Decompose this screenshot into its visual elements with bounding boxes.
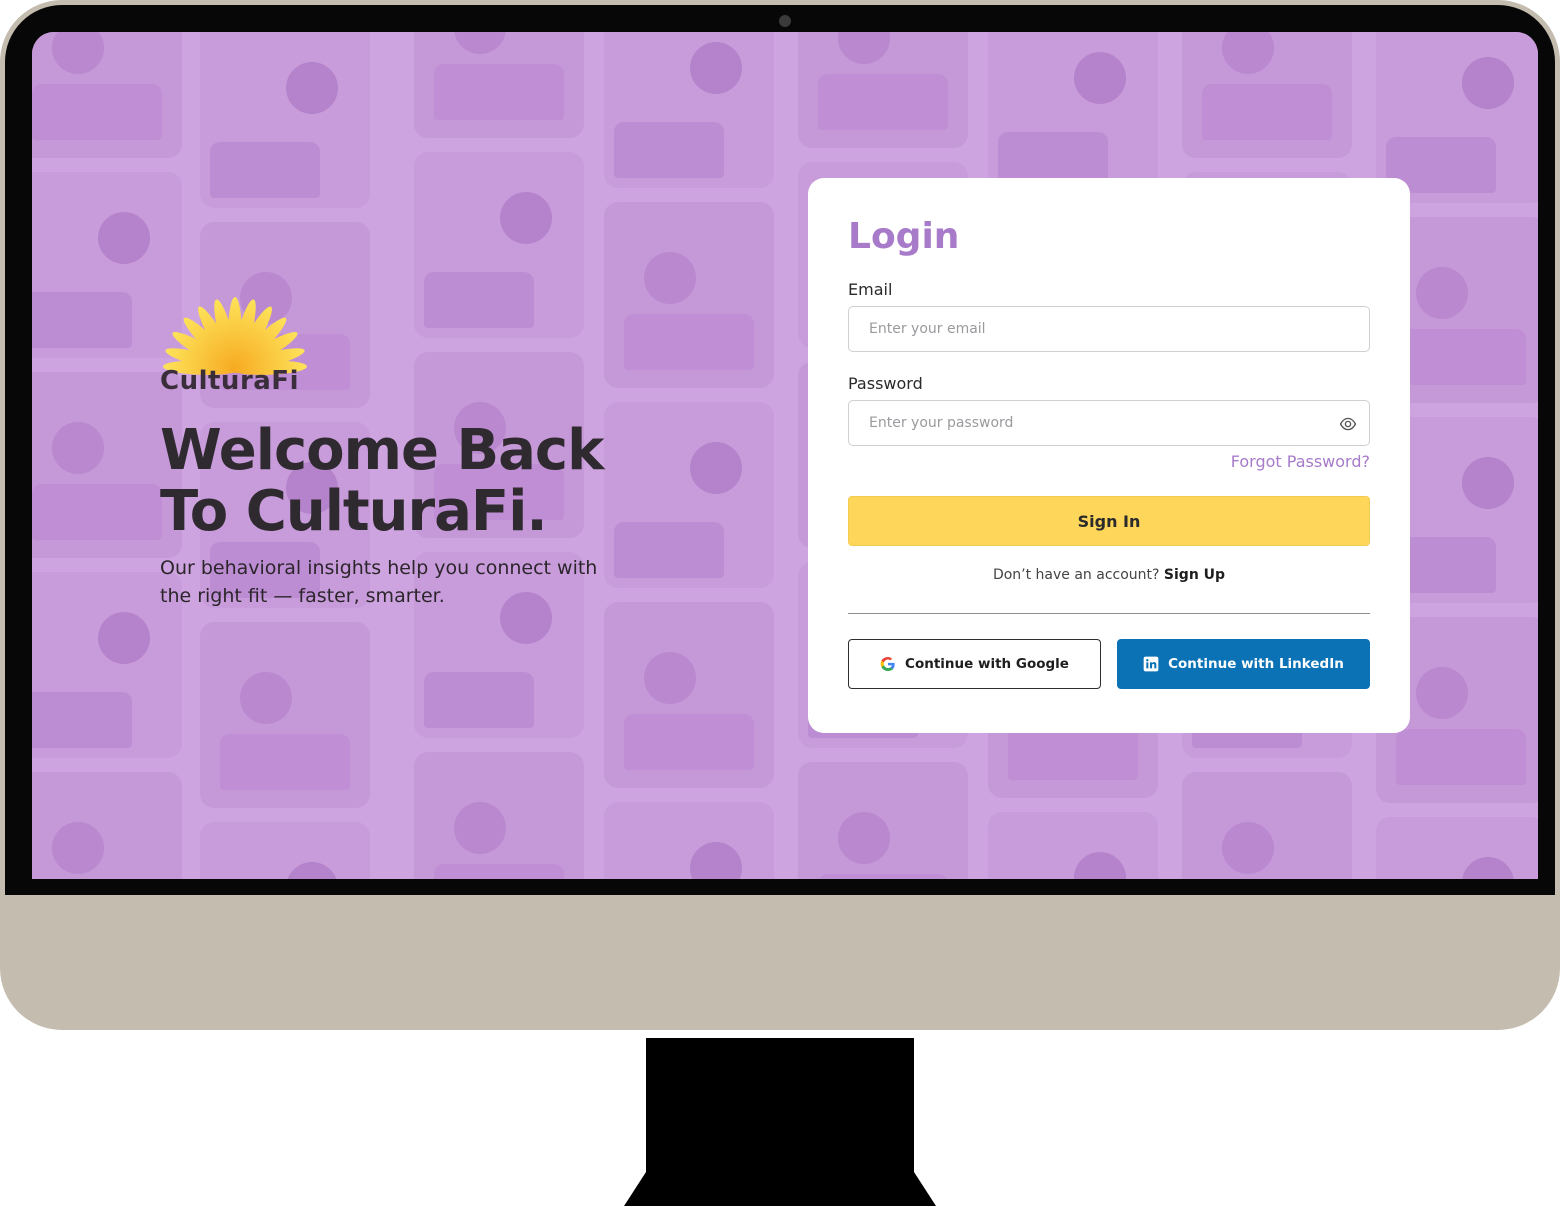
email-input[interactable]: [849, 307, 1369, 351]
signup-prompt: Don’t have an account? Sign Up: [848, 567, 1370, 583]
email-field-wrapper: [848, 306, 1370, 352]
forgot-password-link[interactable]: Forgot Password?: [1231, 452, 1370, 471]
monitor-bezel: CulturaFi Welcome Back To CulturaFi. Our…: [5, 5, 1555, 895]
welcome-subtext: Our behavioral insights help you connect…: [160, 554, 660, 610]
continue-with-linkedin-button[interactable]: Continue with LinkedIn: [1117, 639, 1370, 689]
monitor-stand-foot: [624, 1172, 936, 1206]
login-title: Login: [848, 216, 960, 257]
eye-icon[interactable]: [1339, 415, 1357, 433]
subtext-line-2: the right fit — faster, smarter.: [160, 585, 445, 607]
brand-name: CulturaFi: [160, 366, 299, 396]
monitor-stand-neck: [646, 1038, 914, 1172]
login-card: Login Email Password Forgot Password?: [808, 178, 1410, 733]
linkedin-button-label: Continue with LinkedIn: [1168, 656, 1344, 672]
password-field-wrapper: [848, 400, 1370, 446]
continue-with-google-button[interactable]: Continue with Google: [848, 639, 1101, 689]
password-input[interactable]: [849, 401, 1369, 445]
password-label: Password: [848, 374, 923, 393]
headline-line-1: Welcome Back: [160, 418, 604, 483]
webcam-icon: [779, 15, 791, 27]
sign-up-link[interactable]: Sign Up: [1164, 567, 1225, 583]
page: CulturaFi Welcome Back To CulturaFi. Our…: [0, 0, 1560, 1207]
google-icon: [880, 657, 895, 671]
google-button-label: Continue with Google: [905, 656, 1069, 672]
welcome-headline: Welcome Back To CulturaFi.: [160, 420, 720, 542]
subtext-line-1: Our behavioral insights help you connect…: [160, 557, 598, 579]
signup-prompt-text: Don’t have an account?: [992, 567, 1160, 583]
divider: [848, 613, 1370, 614]
sign-in-button[interactable]: Sign In: [848, 496, 1370, 546]
linkedin-icon: [1143, 656, 1159, 672]
screen: CulturaFi Welcome Back To CulturaFi. Our…: [32, 32, 1538, 879]
email-label: Email: [848, 280, 893, 299]
headline-line-2: To CulturaFi.: [160, 479, 548, 544]
monitor-body: CulturaFi Welcome Back To CulturaFi. Our…: [0, 0, 1560, 1030]
